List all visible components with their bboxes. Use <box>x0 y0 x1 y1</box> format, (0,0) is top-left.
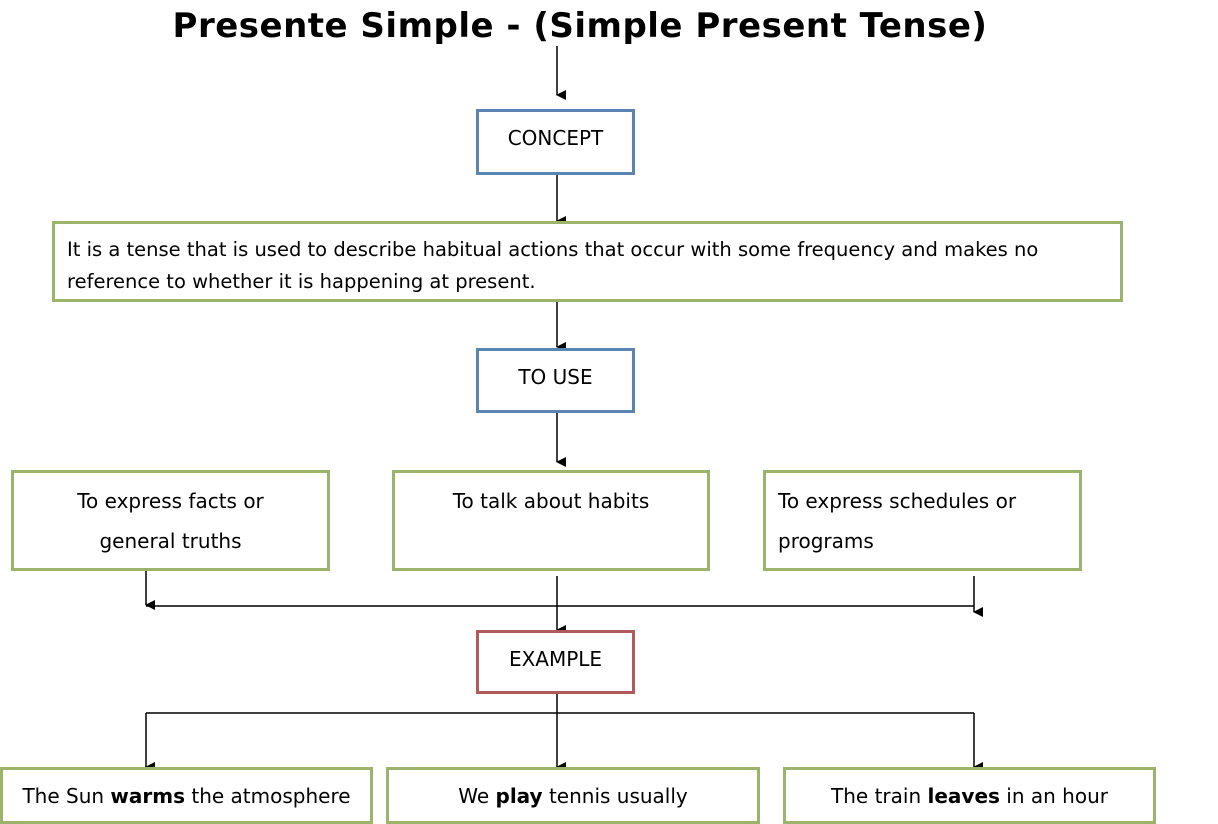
example-leaves-before: The train <box>831 784 928 808</box>
example-play-box: We play tennis usually <box>386 767 760 824</box>
use-habits-line1: To talk about habits <box>452 489 650 513</box>
example-play-after: tennis usually <box>542 784 688 808</box>
example-warms-verb: warms <box>110 784 185 808</box>
example-warms-after: the atmosphere <box>185 784 351 808</box>
example-play-before: We <box>458 784 496 808</box>
use-habits-box: To talk about habits <box>392 470 710 571</box>
example-leaves-verb: leaves <box>927 784 1000 808</box>
to-use-box: TO USE <box>476 348 635 413</box>
concept-label: CONCEPT <box>507 126 604 150</box>
example-play-verb: play <box>495 784 543 808</box>
to-use-label: TO USE <box>518 365 593 389</box>
page-title: Presente Simple - (Simple Present Tense) <box>172 6 988 46</box>
example-leaves-box: The train leaves in an hour <box>783 767 1156 824</box>
definition-text: It is a tense that is used to describe h… <box>67 238 1039 293</box>
use-facts-line2: general truths <box>99 529 242 553</box>
example-box: EXAMPLE <box>476 630 635 694</box>
example-warms-before: The Sun <box>22 784 111 808</box>
definition-box: It is a tense that is used to describe h… <box>52 221 1123 302</box>
use-facts-box: To express facts or general truths <box>11 470 330 571</box>
use-schedules-box: To express schedules or programs <box>763 470 1082 571</box>
use-schedules-line2: programs <box>778 529 874 553</box>
use-facts-line1: To express facts or <box>77 489 264 513</box>
use-schedules-line1: To express schedules or <box>778 489 1017 513</box>
example-leaves-after: in an hour <box>999 784 1108 808</box>
concept-box: CONCEPT <box>476 109 635 175</box>
example-warms-box: The Sun warms the atmosphere <box>0 767 373 824</box>
example-label: EXAMPLE <box>508 647 603 671</box>
